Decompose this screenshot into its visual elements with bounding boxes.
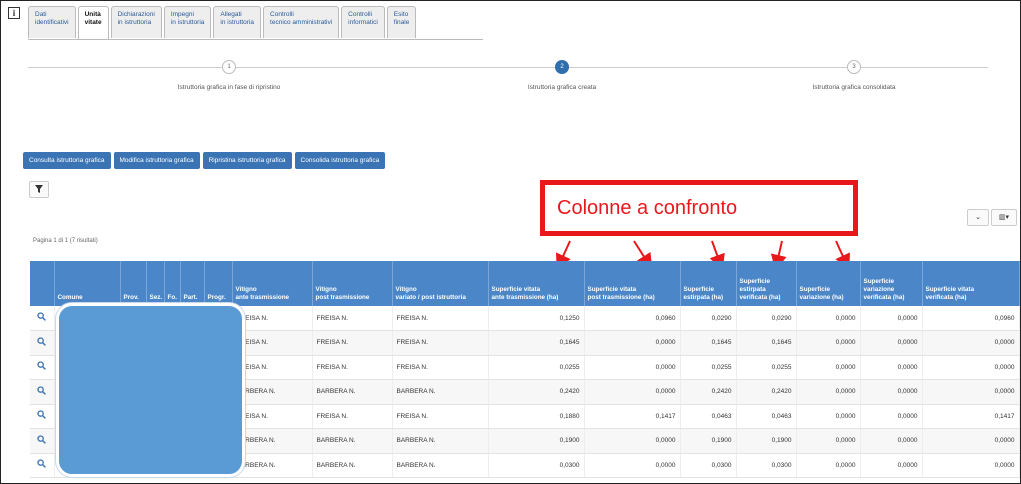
table-cell: 0,2420	[680, 379, 737, 405]
magnifier-icon[interactable]	[30, 453, 55, 478]
table-cell: 0,0000	[860, 330, 923, 356]
magnifier-icon[interactable]	[30, 404, 55, 429]
column-header[interactable]: Superficie vitata verificata (ha)	[922, 261, 1020, 306]
table-cell: 0,0000	[860, 306, 923, 331]
arrow-2	[633, 240, 653, 270]
table-cell: FREISA N.	[312, 404, 393, 429]
table-cell: 0,0000	[922, 355, 1020, 380]
table-cell: FREISA N.	[392, 330, 489, 356]
table-cell: 0,0000	[584, 453, 681, 478]
table-cell: FREISA N.	[392, 404, 489, 429]
table-cell: 0,1900	[488, 428, 585, 454]
table-cell: 0,0000	[796, 355, 861, 380]
arrow-1	[556, 240, 571, 271]
table-cell: 0,2420	[488, 379, 585, 405]
table-cell: 0,0000	[796, 428, 861, 454]
table-cell: 0,1645	[488, 330, 585, 356]
column-header[interactable]: Superficie vitata post trasmissione (ha)	[584, 261, 681, 306]
magnifier-icon[interactable]	[30, 379, 55, 405]
arrow-4	[770, 240, 787, 271]
column-header[interactable]: Superficie vitata ante trasmissione (ha)	[488, 261, 585, 306]
table-cell: 0,0255	[680, 355, 737, 380]
table-cell: FREISA N.	[312, 355, 393, 380]
table-cell: 0,0000	[584, 428, 681, 454]
table-cell: 0,0463	[736, 404, 797, 429]
column-header[interactable]: Comune	[54, 261, 121, 306]
table-cell: 0,0463	[680, 404, 737, 429]
table-cell: 0,0255	[488, 355, 585, 380]
table-header: Comune Prov. Sez. Fo. Part. Progr. Vitigno ant…	[30, 261, 1020, 306]
column-header[interactable]: Superficie estirpata (ha)	[680, 261, 737, 306]
table-cell: 0,1880	[488, 404, 585, 429]
table-cell: FREISA N.	[392, 306, 489, 331]
table-cell: FREISA N.	[312, 330, 393, 356]
table-cell: 0,0000	[860, 404, 923, 429]
magnifier-icon[interactable]	[30, 306, 55, 331]
table-cell: 0,0000	[860, 453, 923, 478]
table-cell: 0,1645	[736, 330, 797, 356]
table-cell: 0,2420	[736, 379, 797, 405]
page-info: Pagina 1 di 1 (7 risultati)	[33, 238, 98, 244]
table-cell: 0,0960	[584, 306, 681, 331]
table-cell: 0,1417	[922, 404, 1020, 429]
table-cell: 0,1900	[736, 428, 797, 454]
table-cell: FREISA N.	[392, 355, 489, 380]
column-header[interactable]: Fo.	[164, 261, 181, 306]
table-cell: BARBERA N.	[312, 453, 393, 478]
table-cell: 0,0000	[584, 355, 681, 380]
redaction-mask	[56, 303, 245, 477]
table-cell: 0,0300	[736, 453, 797, 478]
table-cell: 0,0000	[796, 404, 861, 429]
table-cell: 0,0000	[584, 379, 681, 405]
column-header[interactable]: Superficie variazione verificata (ha)	[860, 261, 923, 306]
column-header[interactable]: Vitigno ante trasmissione	[232, 261, 313, 306]
table-cell: 0,1250	[488, 306, 585, 331]
table-cell: 0,0300	[680, 453, 737, 478]
table-cell: BARBERA N.	[392, 428, 489, 454]
table-cell: 0,0960	[922, 306, 1020, 331]
table-cell: 0,0000	[922, 428, 1020, 454]
table-cell: 0,0000	[796, 330, 861, 356]
column-header[interactable]: Superficie estirpata verificata (ha)	[736, 261, 797, 306]
table-cell: 0,0290	[736, 306, 797, 331]
table-cell: 0,0000	[796, 379, 861, 405]
table-cell: 0,0000	[922, 453, 1020, 478]
table-cell: 0,0000	[860, 355, 923, 380]
table-cell: 0,0000	[860, 379, 923, 405]
column-header[interactable]: Prov.	[120, 261, 147, 306]
table-cell: 0,1645	[680, 330, 737, 356]
table-cell: BARBERA N.	[312, 379, 393, 405]
table-cell: 0,0000	[796, 453, 861, 478]
table-cell: 0,0300	[488, 453, 585, 478]
magnifier-icon[interactable]	[30, 330, 55, 356]
column-header[interactable]: Superficie variazione (ha)	[796, 261, 861, 306]
column-header[interactable]: Vitigno post trasmissione	[312, 261, 393, 306]
column-header[interactable]	[30, 261, 55, 306]
column-header[interactable]: Part.	[180, 261, 205, 306]
table-cell: BARBERA N.	[392, 379, 489, 405]
table-cell: 0,0000	[922, 330, 1020, 356]
arrow-3	[709, 240, 725, 271]
column-header[interactable]: Vitigno variato / post istruttoria	[392, 261, 489, 306]
column-header[interactable]: Progr.	[204, 261, 233, 306]
column-header[interactable]: Sez.	[146, 261, 165, 306]
table-cell: 0,0290	[680, 306, 737, 331]
arrow-5	[835, 240, 850, 271]
magnifier-icon[interactable]	[30, 355, 55, 380]
table-cell: FREISA N.	[312, 306, 393, 331]
table-cell: 0,0000	[922, 379, 1020, 405]
table-cell: 0,0000	[796, 306, 861, 331]
magnifier-icon[interactable]	[30, 428, 55, 454]
table-cell: BARBERA N.	[312, 428, 393, 454]
table-cell: 0,0000	[860, 428, 923, 454]
table-cell: 0,0000	[584, 330, 681, 356]
table-cell: 0,1417	[584, 404, 681, 429]
table-cell: 0,1900	[680, 428, 737, 454]
table-cell: BARBERA N.	[392, 453, 489, 478]
table-cell: 0,0255	[736, 355, 797, 380]
